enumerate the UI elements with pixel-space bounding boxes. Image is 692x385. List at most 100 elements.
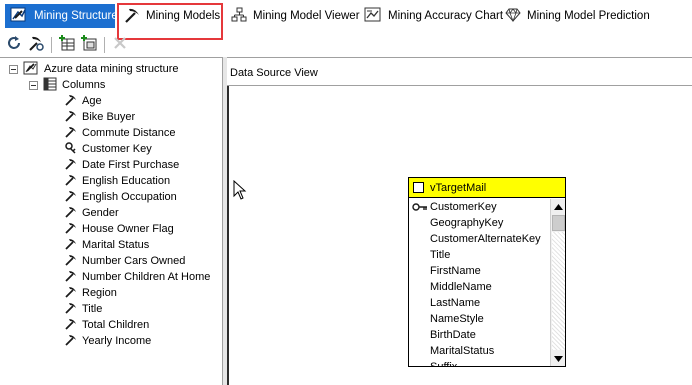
tree-column-item[interactable]: English Occupation — [65, 189, 177, 205]
table-column-name: CustomerAlternateKey — [430, 233, 541, 245]
pickaxe-icon — [124, 7, 140, 26]
tree-column-label: House Owner Flag — [82, 223, 174, 235]
tree-column-label: Customer Key — [82, 143, 152, 155]
process-icon — [28, 35, 44, 54]
tree-column-item[interactable]: House Owner Flag — [65, 221, 174, 237]
table-column-name: FirstName — [430, 265, 481, 277]
tree-column-item[interactable]: Gender — [65, 205, 119, 221]
table-column-row[interactable]: LastName — [409, 295, 550, 311]
tree-column-item[interactable]: Age — [65, 93, 102, 109]
table-column-row[interactable]: CustomerKey — [409, 199, 550, 215]
arrow-up-icon — [554, 201, 563, 213]
scroll-track[interactable] — [552, 232, 565, 350]
tree-column-label: Gender — [82, 207, 119, 219]
tree-column-item[interactable]: Number Children At Home — [65, 269, 210, 285]
refresh-button[interactable] — [4, 35, 24, 55]
scroll-down-button[interactable] — [551, 351, 565, 366]
delete-button[interactable] — [110, 35, 130, 55]
tree-columns-label: Columns — [62, 79, 106, 91]
table-column-row[interactable]: Suffix — [409, 359, 550, 367]
table-column-name: MiddleName — [430, 281, 492, 293]
table-column-name: Suffix — [430, 361, 458, 367]
table-select-checkbox[interactable] — [413, 182, 424, 193]
table-column-name: NameStyle — [430, 313, 484, 325]
mining-structure-icon — [10, 7, 28, 26]
arrow-down-icon — [554, 353, 563, 365]
table-title-bar[interactable]: vTargetMail — [409, 178, 565, 198]
tree-columns-node[interactable]: Columns — [29, 77, 105, 93]
table-column-row[interactable]: FirstName — [409, 263, 550, 279]
table-column-row[interactable]: MaritalStatus — [409, 343, 550, 359]
tree-column-item[interactable]: Date First Purchase — [65, 157, 179, 173]
table-column-name: CustomerKey — [430, 201, 497, 213]
process-button[interactable] — [26, 35, 46, 55]
tree-column-label: English Occupation — [82, 191, 177, 203]
column-icon — [65, 126, 77, 141]
refresh-icon — [6, 35, 22, 54]
designer-tab-bar: Mining Structure Mining Models Mining Mo… — [0, 0, 692, 33]
tree-column-item[interactable]: Bike Buyer — [65, 109, 135, 125]
tree-column-item[interactable]: Total Children — [65, 317, 149, 333]
table-diagram-vtargetmail[interactable]: vTargetMail CustomerKey GeographyKey Custo… — [408, 177, 566, 367]
column-icon — [65, 334, 77, 349]
collapse-toggle[interactable] — [9, 64, 18, 74]
tab-label: Mining Structure — [34, 10, 118, 22]
tab-mining-models[interactable]: Mining Models — [119, 4, 221, 28]
tab-mining-model-viewer[interactable]: Mining Model Viewer — [226, 4, 365, 28]
tab-mining-model-prediction[interactable]: Mining Model Prediction — [500, 4, 655, 28]
tab-mining-structure[interactable]: Mining Structure — [5, 4, 118, 28]
add-nested-table-button[interactable] — [79, 35, 99, 55]
table-column-row[interactable]: NameStyle — [409, 311, 550, 327]
table-column-row[interactable]: BirthDate — [409, 327, 550, 343]
tree-root-node[interactable]: Azure data mining structure — [9, 61, 179, 77]
tree-column-label: Marital Status — [82, 239, 150, 251]
tab-mining-accuracy-chart[interactable]: Mining Accuracy Chart — [359, 4, 508, 28]
toolbar-separator — [104, 36, 105, 53]
tree-column-label: Bike Buyer — [82, 111, 136, 123]
model-viewer-icon — [231, 7, 247, 26]
table-column-row[interactable]: MiddleName — [409, 279, 550, 295]
column-icon — [65, 286, 77, 301]
tab-label: Mining Accuracy Chart — [388, 10, 504, 22]
scroll-thumb[interactable] — [552, 215, 565, 231]
primary-key-icon — [409, 202, 430, 212]
collapse-toggle[interactable] — [29, 80, 38, 90]
delete-icon — [112, 35, 128, 54]
column-icon — [65, 254, 77, 269]
tree-column-label: Title — [82, 303, 103, 315]
column-icon — [65, 174, 77, 189]
add-nested-table-icon — [81, 35, 97, 54]
tree-column-label: Number Children At Home — [82, 271, 211, 283]
column-icon — [65, 238, 77, 253]
tab-label: Mining Model Viewer — [253, 10, 360, 22]
table-name: vTargetMail — [430, 181, 487, 194]
tree-column-item[interactable]: Number Cars Owned — [65, 253, 185, 269]
tree-column-label: Age — [82, 95, 102, 107]
toolbar-separator — [51, 36, 52, 53]
tree-column-label: Yearly Income — [82, 335, 152, 347]
tree-column-item[interactable]: Customer Key — [65, 141, 152, 157]
dsv-header: Data Source View — [227, 58, 692, 86]
tree-column-item[interactable]: Marital Status — [65, 237, 149, 253]
add-table-icon — [59, 35, 75, 54]
mouse-cursor-icon — [233, 179, 247, 200]
table-column-row[interactable]: CustomerAlternateKey — [409, 231, 550, 247]
table-column-name: BirthDate — [430, 329, 476, 341]
tree-column-item[interactable]: English Education — [65, 173, 170, 189]
tree-column-item[interactable]: Yearly Income — [65, 333, 151, 349]
column-icon — [65, 94, 77, 109]
mining-structure-tree: Azure data mining structure Columns Age B… — [0, 57, 223, 385]
mining-structure-icon — [23, 61, 39, 78]
tree-column-item[interactable]: Region — [65, 285, 117, 301]
scroll-up-button[interactable] — [551, 199, 565, 214]
key-icon — [65, 141, 77, 157]
prediction-diamond-icon — [505, 7, 521, 26]
table-vertical-scrollbar[interactable] — [550, 199, 565, 366]
tree-column-item[interactable]: Title — [65, 301, 102, 317]
tree-column-item[interactable]: Commute Distance — [65, 125, 176, 141]
columns-folder-icon — [43, 77, 57, 94]
accuracy-chart-icon — [364, 7, 382, 26]
table-column-row[interactable]: Title — [409, 247, 550, 263]
add-table-button[interactable] — [57, 35, 77, 55]
table-column-row[interactable]: GeographyKey — [409, 215, 550, 231]
